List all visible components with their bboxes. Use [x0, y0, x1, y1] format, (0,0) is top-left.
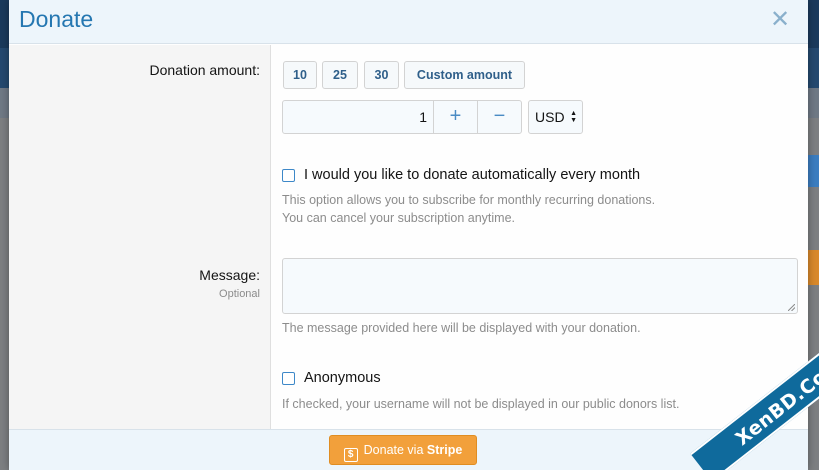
message-optional-hint: Optional: [219, 288, 260, 300]
amount-stepper: + −: [282, 100, 522, 134]
amount-preset-25-button[interactable]: 25: [322, 61, 358, 89]
recurring-explain-line1: This option allows you to subscribe for …: [282, 193, 656, 207]
donate-via-stripe-button[interactable]: $ Donate via Stripe: [329, 435, 477, 465]
anonymous-checkbox[interactable]: [282, 372, 295, 385]
dialog-footer: $ Donate via Stripe: [9, 429, 808, 470]
decrement-button[interactable]: −: [477, 101, 521, 133]
sort-arrows-icon: ▲ ▼: [570, 110, 577, 124]
donation-amount-label: Donation amount:: [149, 62, 260, 78]
donate-button-brand: Stripe: [426, 443, 463, 457]
dialog-title: Donate: [19, 6, 94, 32]
currency-select[interactable]: USD ▲ ▼: [528, 100, 583, 134]
donate-dialog: Donate ✕ Donation amount: Message: Optio…: [9, 0, 808, 470]
custom-amount-button[interactable]: Custom amount: [404, 61, 525, 89]
anonymous-label[interactable]: Anonymous: [304, 370, 381, 386]
message-textarea[interactable]: [282, 258, 798, 314]
recurring-explain-line2: You can cancel your subscription anytime…: [282, 211, 516, 225]
donate-button-prefix: Donate via: [363, 443, 427, 457]
recurring-label[interactable]: I would you like to donate automatically…: [304, 167, 640, 183]
label-column: Donation amount: Message: Optional: [9, 45, 271, 429]
message-label: Message:: [199, 267, 260, 283]
currency-value: USD: [535, 109, 565, 125]
resize-grip-icon[interactable]: [788, 304, 795, 311]
message-explain: The message provided here will be displa…: [282, 321, 641, 335]
amount-preset-30-button[interactable]: 30: [364, 61, 399, 89]
recurring-checkbox[interactable]: [282, 169, 295, 182]
amount-preset-10-button[interactable]: 10: [283, 61, 317, 89]
dialog-header: Donate ✕: [9, 0, 808, 44]
increment-button[interactable]: +: [433, 101, 477, 133]
dollar-icon: $: [343, 448, 358, 462]
anonymous-explain: If checked, your username will not be di…: [282, 397, 680, 411]
close-icon[interactable]: ✕: [769, 7, 791, 33]
amount-input[interactable]: [283, 101, 433, 133]
